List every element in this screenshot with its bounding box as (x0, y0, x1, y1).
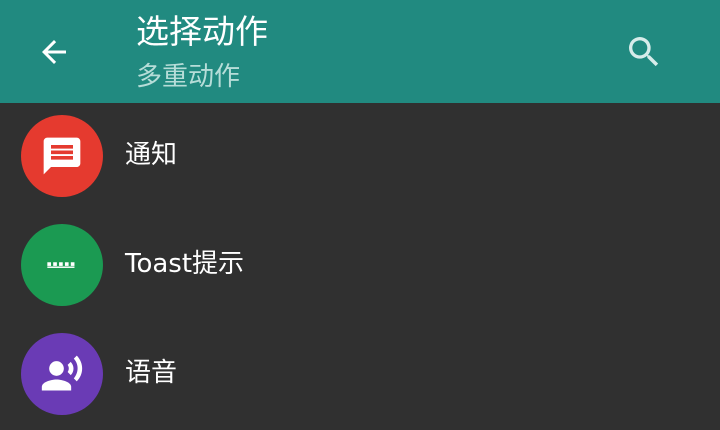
back-button[interactable] (22, 20, 86, 84)
action-label: 通知 (125, 140, 178, 170)
app-toolbar: 选择动作 多重动作 (0, 0, 720, 103)
action-item-notification[interactable]: 通知 (0, 103, 720, 212)
arrow-back-icon (42, 40, 66, 64)
voice-speaker-icon (41, 355, 83, 391)
action-label: Toast提示 (125, 249, 245, 279)
action-item-voice[interactable]: 语音 (0, 321, 720, 430)
search-button[interactable] (612, 20, 676, 84)
search-icon (629, 37, 659, 67)
action-label: 语音 (125, 358, 178, 388)
notification-message-icon (43, 137, 81, 175)
toast-dots-icon (47, 262, 75, 268)
action-list: 通知 Toast提示 语音 (0, 103, 720, 430)
page-title: 选择动作 (136, 12, 268, 51)
action-icon-circle (21, 224, 103, 306)
action-icon-circle (21, 115, 103, 197)
page-subtitle: 多重动作 (136, 62, 241, 92)
action-icon-circle (21, 333, 103, 415)
action-item-toast[interactable]: Toast提示 (0, 212, 720, 321)
